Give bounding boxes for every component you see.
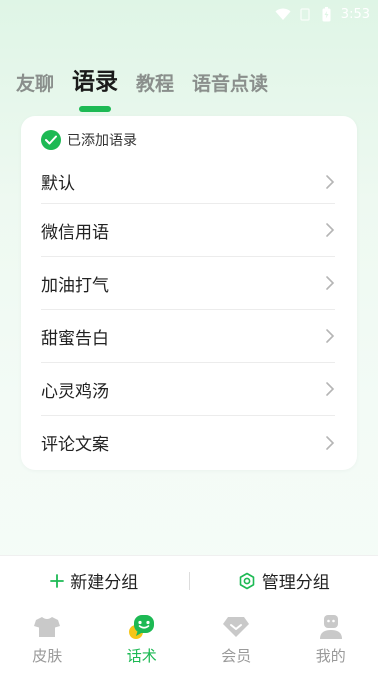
shirt-icon — [32, 613, 62, 641]
tabbar-label: 话术 — [126, 647, 157, 665]
list-item-comment-copy[interactable]: 评论文案 — [41, 416, 335, 469]
status-bar: 3:53 — [0, 0, 378, 28]
battery-icon — [319, 6, 335, 21]
new-group-label: 新建分组 — [70, 573, 139, 593]
list-item-wechat-phrases[interactable]: 微信用语 — [41, 204, 335, 257]
tabbar-label: 我的 — [315, 647, 346, 665]
group-actions-bar: 新建分组 管理分组 — [0, 555, 378, 605]
quote-group-list: 默认 微信用语 加油打气 甜蜜告白 心灵鸡汤 评论文案 — [41, 160, 335, 469]
list-item-label: 默认 — [41, 174, 75, 194]
chevron-right-icon — [326, 223, 335, 237]
quotes-card: 已添加语录 默认 微信用语 加油打气 甜蜜告白 心灵鸡汤 评论文案 — [21, 116, 357, 470]
plus-icon — [50, 573, 65, 588]
settings-hex-icon — [239, 572, 255, 589]
tab-tutorial[interactable]: 教程 — [136, 69, 174, 100]
list-item-label: 微信用语 — [41, 222, 109, 243]
list-item-label: 心灵鸡汤 — [41, 381, 109, 402]
tabbar-item-phrases[interactable]: 话术 — [95, 605, 190, 673]
list-item-chicken-soup[interactable]: 心灵鸡汤 — [41, 363, 335, 416]
chevron-right-icon — [326, 329, 335, 343]
tab-voice-reading[interactable]: 语音点读 — [192, 69, 268, 100]
tab-quotes[interactable]: 语录 — [72, 62, 118, 100]
sim-icon — [297, 7, 313, 21]
chevron-right-icon — [326, 174, 335, 189]
list-item-default[interactable]: 默认 — [41, 160, 335, 204]
tabbar-item-skin[interactable]: 皮肤 — [0, 605, 95, 673]
list-item-label: 甜蜜告白 — [41, 328, 109, 349]
bottom-tab-bar: 皮肤 话术 会员 我的 — [0, 605, 378, 673]
chevron-right-icon — [326, 276, 335, 290]
tabbar-item-profile[interactable]: 我的 — [284, 605, 378, 673]
manage-group-button[interactable]: 管理分组 — [190, 568, 378, 593]
status-time: 3:53 — [340, 6, 370, 22]
list-item-sweet-confession[interactable]: 甜蜜告白 — [41, 310, 335, 363]
top-tabs: 友聊 语录 教程 语音点读 — [16, 56, 286, 100]
list-item-cheer-up[interactable]: 加油打气 — [41, 257, 335, 310]
chevron-right-icon — [326, 435, 335, 450]
tab-friend-chat[interactable]: 友聊 — [16, 69, 54, 100]
new-group-button[interactable]: 新建分组 — [0, 568, 189, 593]
check-circle-icon — [41, 130, 61, 150]
tabbar-label: 会员 — [221, 647, 252, 665]
list-item-label: 加油打气 — [41, 275, 109, 296]
wifi-icon — [275, 7, 291, 21]
chevron-right-icon — [326, 382, 335, 396]
tabbar-label: 皮肤 — [32, 647, 63, 665]
manage-group-label: 管理分组 — [261, 573, 330, 593]
list-item-label: 评论文案 — [41, 435, 109, 455]
diamond-icon — [221, 613, 251, 641]
card-header-label: 已添加语录 — [67, 133, 137, 149]
profile-icon — [316, 613, 346, 641]
card-header: 已添加语录 — [41, 130, 137, 150]
chat-icon — [127, 613, 157, 641]
tabbar-item-membership[interactable]: 会员 — [189, 605, 284, 673]
